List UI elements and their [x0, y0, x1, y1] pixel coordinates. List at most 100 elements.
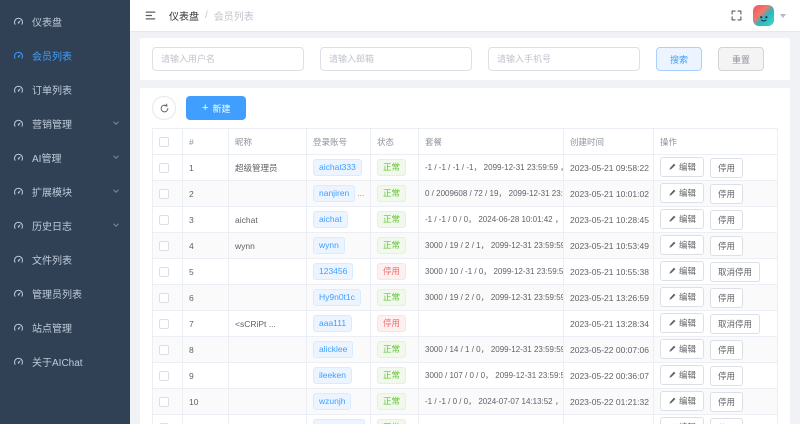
account-tag: 123456 — [313, 263, 353, 280]
search-button[interactable]: 搜索 — [656, 47, 702, 71]
toggle-status-button[interactable]: 停用 — [710, 158, 743, 178]
toggle-status-button[interactable]: 取消停用 — [710, 314, 760, 334]
toggle-status-label: 停用 — [718, 162, 735, 174]
breadcrumb-root[interactable]: 仪表盘 — [169, 8, 199, 23]
create-button-label: 新建 — [212, 102, 230, 115]
row-plan-cell: 3000 / 19 / 2 / 1， 2099-12-31 23:59:59 ，… — [419, 233, 564, 259]
row-account-cell: aichat333 — [307, 155, 371, 181]
edit-button[interactable]: 编辑 — [660, 287, 704, 307]
fullscreen-icon[interactable] — [730, 9, 743, 22]
edit-button[interactable]: 编辑 — [660, 365, 704, 385]
row-created-cell: 2023-05-22 02:21:56 — [564, 415, 654, 424]
row-index-cell: 8 — [183, 337, 229, 363]
row-checkbox[interactable] — [159, 163, 169, 173]
status-badge: 正常 — [377, 341, 406, 358]
sidebar-item-label: 仪表盘 — [32, 14, 62, 29]
edit-button[interactable]: 编辑 — [660, 313, 704, 333]
toggle-status-button[interactable]: 停用 — [710, 288, 743, 308]
dashboard-gauge-icon — [13, 16, 24, 27]
row-checkbox[interactable] — [159, 215, 169, 225]
create-button[interactable]: + 新建 — [186, 96, 246, 120]
row-checkbox[interactable] — [159, 371, 169, 381]
toggle-status-button[interactable]: 停用 — [710, 184, 743, 204]
sidebar-item-label: 会员列表 — [32, 48, 72, 63]
row-account-cell: yangshanya — [307, 415, 371, 424]
row-select-cell — [153, 285, 183, 311]
row-checkbox[interactable] — [159, 241, 169, 251]
edit-button[interactable]: 编辑 — [660, 261, 704, 281]
col-created: 创建时间 — [564, 129, 654, 155]
row-select-cell — [153, 337, 183, 363]
row-select-cell — [153, 233, 183, 259]
avatar[interactable] — [753, 5, 774, 26]
dashboard-gauge-icon — [13, 152, 24, 163]
row-checkbox[interactable] — [159, 397, 169, 407]
row-plan-cell: -1 / -1 / 0 / 0， 2024-06-28 10:01:42 ，有效… — [419, 207, 564, 233]
edit-button[interactable]: 编辑 — [660, 209, 704, 229]
row-select-cell — [153, 363, 183, 389]
sidebar-item-admins[interactable]: 管理员列表 — [0, 276, 130, 310]
toggle-status-button[interactable]: 停用 — [710, 236, 743, 256]
sidebar-item-extensions[interactable]: 扩展模块 — [0, 174, 130, 208]
sidebar-item-dashboard[interactable]: 仪表盘 — [0, 4, 130, 38]
phone-input[interactable] — [488, 47, 640, 71]
reset-button[interactable]: 重置 — [718, 47, 764, 71]
toggle-status-button[interactable]: 停用 — [710, 340, 743, 360]
toggle-status-button[interactable]: 取消停用 — [710, 262, 760, 282]
table-row: 9 ileeken 正常 3000 / 107 / 0 / 0， 2099-12… — [153, 363, 778, 389]
chevron-down-icon[interactable] — [780, 14, 786, 18]
sidebar-item-about[interactable]: 关于AIChat — [0, 344, 130, 378]
menu-fold-icon[interactable] — [144, 9, 157, 22]
edit-button[interactable]: 编辑 — [660, 183, 704, 203]
pencil-icon — [668, 189, 676, 197]
members-table: # 昵称 登录账号 状态 套餐 创建时间 操作 1 超级管理员 aichat33… — [152, 128, 778, 424]
username-input[interactable] — [152, 47, 304, 71]
toggle-status-button[interactable]: 停用 — [710, 392, 743, 412]
sidebar-item-orders[interactable]: 订单列表 — [0, 72, 130, 106]
select-all-header — [153, 129, 183, 155]
sidebar-item-label: 关于AIChat — [32, 354, 83, 369]
select-all-checkbox[interactable] — [159, 137, 169, 147]
row-status-cell: 正常 — [371, 415, 419, 424]
row-actions-cell: 编辑 停用 — [654, 285, 778, 311]
row-checkbox[interactable] — [159, 345, 169, 355]
toggle-status-button[interactable]: 停用 — [710, 418, 743, 424]
row-checkbox[interactable] — [159, 189, 169, 199]
edit-button[interactable]: 编辑 — [660, 157, 704, 177]
edit-button[interactable]: 编辑 — [660, 417, 704, 424]
main-area: 仪表盘 / 会员列表 搜索 重置 — [130, 0, 800, 424]
toggle-status-button[interactable]: 停用 — [710, 366, 743, 386]
row-checkbox[interactable] — [159, 319, 169, 329]
refresh-button[interactable] — [152, 96, 176, 120]
table-row: 8 alicklee 正常 3000 / 14 / 1 / 0， 2099-12… — [153, 337, 778, 363]
row-checkbox[interactable] — [159, 267, 169, 277]
pencil-icon — [668, 163, 676, 171]
pencil-icon — [668, 215, 676, 223]
row-nickname-cell: yangsy112 — [229, 415, 307, 424]
table-row: 2 nanjiren... 正常 0 / 2009608 / 72 / 19， … — [153, 181, 778, 207]
sidebar-item-site[interactable]: 站点管理 — [0, 310, 130, 344]
row-select-cell — [153, 155, 183, 181]
sidebar-item-history-logs[interactable]: 历史日志 — [0, 208, 130, 242]
row-index-cell: 11 — [183, 415, 229, 424]
row-index-cell: 7 — [183, 311, 229, 337]
email-input[interactable] — [320, 47, 472, 71]
row-checkbox[interactable] — [159, 293, 169, 303]
edit-button[interactable]: 编辑 — [660, 235, 704, 255]
row-index-cell: 9 — [183, 363, 229, 389]
edit-button[interactable]: 编辑 — [660, 339, 704, 359]
sidebar: 仪表盘 会员列表 订单列表 营销管理 AI管理 — [0, 0, 130, 424]
toggle-status-label: 停用 — [718, 240, 735, 252]
sidebar-item-marketing[interactable]: 营销管理 — [0, 106, 130, 140]
sidebar-item-ai[interactable]: AI管理 — [0, 140, 130, 174]
toggle-status-button[interactable]: 停用 — [710, 210, 743, 230]
sidebar-item-members[interactable]: 会员列表 — [0, 38, 130, 72]
row-created-cell: 2023-05-22 00:07:06 — [564, 337, 654, 363]
table-row: 10 wzunjh 正常 -1 / -1 / 0 / 0， 2024-07-07… — [153, 389, 778, 415]
row-plan-cell: 3000 / 107 / 0 / 0， 2099-12-31 23:59:59 … — [419, 363, 564, 389]
edit-button[interactable]: 编辑 — [660, 391, 704, 411]
sidebar-item-label: AI管理 — [32, 150, 61, 165]
sidebar-item-files[interactable]: 文件列表 — [0, 242, 130, 276]
row-actions-cell: 编辑 取消停用 — [654, 259, 778, 285]
edit-button-label: 编辑 — [679, 369, 696, 381]
